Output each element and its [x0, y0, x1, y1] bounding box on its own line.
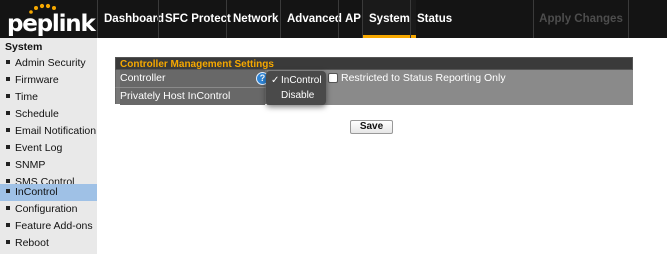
sidebar-item-feature-add-ons[interactable]: Feature Add-ons — [0, 218, 97, 235]
dropdown-option-disable[interactable]: Disable — [266, 88, 326, 103]
controller-label: Controller — [120, 72, 166, 84]
logo-text: peplink — [7, 11, 96, 37]
sidebar-item-incontrol[interactable]: InControl — [0, 184, 97, 201]
bullet-icon — [6, 111, 10, 116]
bullet-icon — [6, 162, 10, 167]
panel-title: Controller Management Settings — [115, 57, 633, 70]
bullet-icon — [6, 240, 10, 245]
bullet-icon — [6, 206, 10, 211]
sidebar-item-time[interactable]: Time — [0, 89, 97, 106]
sidebar-item-event-log[interactable]: Event Log — [0, 140, 97, 157]
sidebar-heading: System — [5, 41, 43, 53]
sidebar-item-label: Admin Security — [15, 57, 86, 69]
restricted-status-label[interactable]: Restricted to Status Reporting Only — [341, 70, 506, 87]
sidebar-item-label: SNMP — [15, 159, 46, 171]
private-host-row: Privately Host InControl — [115, 87, 633, 105]
sidebar-item-configuration[interactable]: Configuration — [0, 201, 97, 218]
sidebar-item-label: Configuration — [15, 203, 78, 215]
nav-system[interactable]: System — [362, 0, 416, 38]
sidebar-item-firmware[interactable]: Firmware — [0, 72, 97, 89]
bullet-icon — [6, 77, 10, 82]
private-host-label-cell: Privately Host InControl — [120, 88, 265, 105]
private-host-label: Privately Host InControl — [120, 90, 231, 102]
bullet-icon — [6, 145, 10, 150]
bullet-icon — [6, 60, 10, 65]
sidebar-item-label: Email Notification — [15, 125, 97, 137]
top-navigation-bar: peplink Dashboard SFC Protect Network Ad… — [0, 0, 667, 38]
bullet-icon — [6, 189, 10, 194]
bullet-icon — [6, 179, 10, 184]
sidebar-item-label: Time — [15, 91, 38, 103]
save-button[interactable]: Save — [350, 120, 393, 134]
sidebar-item-admin-security[interactable]: Admin Security — [0, 55, 97, 72]
sidebar-item-label: Reboot — [15, 237, 49, 249]
sidebar-item-label: Event Log — [15, 142, 63, 154]
bullet-icon — [6, 128, 10, 133]
bullet-icon — [6, 94, 10, 99]
sidebar-item-label: Firmware — [15, 74, 59, 86]
sidebar-item-email-notification[interactable]: Email Notification — [0, 123, 97, 140]
dropdown-option-label: InControl — [281, 75, 322, 86]
nav-sfc-protect[interactable]: SFC Protect — [158, 0, 237, 38]
controller-dropdown-menu[interactable]: ✓ InControl Disable — [266, 71, 326, 105]
controller-label-cell: Controller — [120, 70, 265, 87]
sidebar: System Admin Security Firmware Time Sche… — [0, 38, 97, 254]
sidebar-item-label: InControl — [15, 186, 58, 198]
restricted-status-checkbox[interactable] — [328, 73, 338, 83]
nav-network[interactable]: Network — [226, 0, 284, 38]
checkmark-icon: ✓ — [271, 75, 280, 86]
sidebar-item-label: Feature Add-ons — [15, 220, 93, 232]
controller-management-panel: Controller Management Settings Controlle… — [115, 57, 633, 105]
apply-changes-button[interactable]: Apply Changes — [533, 0, 629, 38]
sidebar-item-reboot[interactable]: Reboot — [0, 235, 97, 252]
controller-row: Controller ? Restricted to Status Report… — [115, 70, 633, 87]
sidebar-item-label: Schedule — [15, 108, 59, 120]
peplink-logo[interactable]: peplink — [0, 0, 97, 38]
dropdown-option-incontrol[interactable]: ✓ InControl — [266, 73, 326, 88]
bullet-icon — [6, 223, 10, 228]
dropdown-option-label: Disable — [281, 90, 315, 101]
sidebar-item-snmp[interactable]: SNMP — [0, 157, 97, 174]
sidebar-item-schedule[interactable]: Schedule — [0, 106, 97, 123]
nav-status[interactable]: Status — [410, 0, 458, 38]
